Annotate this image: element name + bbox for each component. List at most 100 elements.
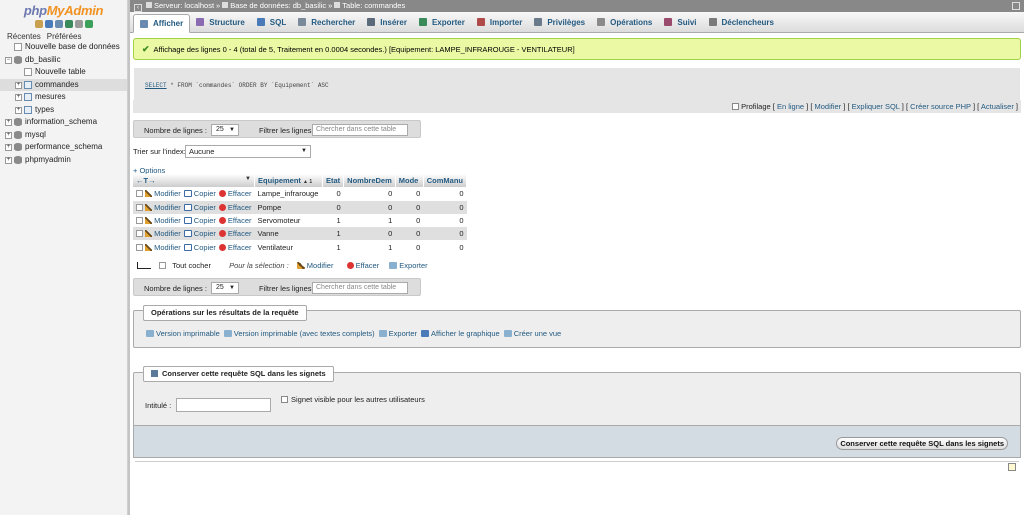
nav-tree-item[interactable]: + information_schema (0, 116, 127, 129)
nav-tree-item[interactable]: − db_basilic (0, 54, 127, 67)
nav-tree-label[interactable]: phpmyadmin (25, 154, 71, 167)
table-cell[interactable]: 0 (423, 227, 467, 241)
column-equipement[interactable]: Equipement ▲ 1 (254, 174, 323, 188)
rows-per-page-select[interactable]: 25 ▼ (211, 124, 239, 136)
table-cell[interactable]: 1 (322, 213, 344, 228)
reload-icon[interactable] (84, 20, 93, 28)
nav-tree-item[interactable]: + types (0, 104, 127, 117)
console-icon[interactable] (1008, 463, 1016, 471)
expand-icon[interactable]: + (5, 119, 12, 126)
bookmark-shared[interactable]: Signet visible pour les autres utilisate… (281, 395, 425, 404)
tab-inserer[interactable]: Insérer (361, 12, 413, 32)
logout-icon[interactable] (44, 20, 53, 28)
expand-icon[interactable]: + (15, 94, 22, 101)
column-etat[interactable]: Etat (322, 174, 345, 188)
row-copy-button[interactable]: Copier (181, 189, 216, 198)
row-checkbox[interactable] (136, 230, 143, 238)
docs-icon[interactable] (64, 20, 73, 28)
table-cell[interactable]: Lampe_infrarouge (254, 187, 323, 201)
tab-structure[interactable]: Structure (190, 12, 251, 32)
nav-tree-label[interactable]: commandes (35, 79, 79, 92)
row-copy-button[interactable]: Copier (181, 229, 216, 238)
row-checkbox[interactable] (136, 190, 143, 198)
expand-icon[interactable]: + (15, 106, 22, 114)
nav-tree-label[interactable]: information_schema (25, 116, 97, 129)
nav-tree-item[interactable]: + mysql (0, 129, 127, 142)
expand-icon[interactable]: + (5, 144, 12, 151)
print-view-link[interactable]: Version imprimable (146, 329, 220, 338)
row-edit-button[interactable]: Modifier (145, 216, 181, 225)
nav-tree-label[interactable]: types (35, 104, 54, 117)
expand-icon[interactable]: + (5, 131, 12, 139)
row-checkbox[interactable] (136, 203, 143, 211)
tab-suivi[interactable]: Suivi (658, 12, 702, 32)
profiling-link[interactable]: Actualiser (981, 102, 1014, 111)
nav-arrows-header[interactable]: ←T→ ▼ (133, 174, 255, 188)
tab-afficher[interactable]: Afficher (133, 14, 191, 33)
tab-favorites[interactable]: Préférées (47, 32, 82, 41)
row-delete-button[interactable]: Effacer (216, 216, 252, 225)
table-cell[interactable]: 0 (343, 187, 396, 201)
table-cell[interactable]: 0 (423, 200, 467, 214)
breadcrumb-server[interactable]: Serveur: localhost (154, 1, 214, 10)
table-cell[interactable]: 0 (343, 227, 396, 241)
collapse-icon[interactable]: − (5, 56, 12, 64)
filter-rows-input[interactable]: Chercher dans cette table (312, 124, 408, 136)
table-cell[interactable]: 1 (343, 213, 396, 228)
tab-declencheurs[interactable]: Déclencheurs (703, 12, 780, 32)
table-cell[interactable]: Servomoteur (254, 213, 323, 228)
row-delete-button[interactable]: Effacer (216, 243, 252, 252)
collapse-nav-icon[interactable]: ‹ (134, 4, 142, 12)
tab-rechercher[interactable]: Rechercher (292, 12, 361, 32)
menu-toggle-icon[interactable] (1012, 2, 1020, 10)
export-link[interactable]: Exporter (378, 329, 417, 338)
profiling-checkbox[interactable] (732, 103, 740, 110)
bulk-edit-button[interactable]: Modifier (296, 261, 333, 270)
profiling-link[interactable]: Créer source PHP (910, 102, 971, 111)
row-edit-button[interactable]: Modifier (145, 203, 181, 212)
profiling-link[interactable]: En ligne (777, 102, 804, 111)
nav-tree-item[interactable]: + performance_schema (0, 141, 127, 154)
check-all-checkbox[interactable] (159, 262, 167, 269)
nav-tree-label[interactable]: performance_schema (25, 141, 102, 154)
nav-tree-item[interactable]: Nouvelle base de données (0, 41, 127, 54)
column-menu-icon[interactable]: ▼ (245, 176, 251, 182)
home-icon[interactable] (34, 20, 43, 28)
column-commanu[interactable]: ComManu (423, 174, 468, 188)
table-cell[interactable]: Vanne (254, 227, 323, 241)
nav-tree-item[interactable]: Nouvelle table (0, 66, 127, 79)
bookmark-label-input[interactable] (176, 398, 271, 412)
tab-sql[interactable]: SQL (251, 12, 292, 32)
column-nombredem[interactable]: NombreDem (343, 174, 396, 188)
table-cell[interactable]: 0 (395, 240, 424, 254)
tab-operations[interactable]: Opérations (591, 12, 658, 32)
table-cell[interactable]: 0 (395, 187, 424, 201)
table-cell[interactable]: 1 (322, 227, 344, 241)
save-bookmark-button[interactable]: Conserver cette requête SQL dans les sig… (836, 437, 1008, 450)
row-delete-button[interactable]: Effacer (216, 229, 252, 238)
nav-tree-label[interactable]: mysql (25, 129, 46, 142)
create-view-link[interactable]: Créer une vue (503, 329, 561, 338)
row-delete-button[interactable]: Effacer (216, 203, 252, 212)
row-edit-button[interactable]: Modifier (145, 189, 181, 198)
nav-tree-item[interactable]: + phpmyadmin (0, 154, 127, 167)
row-edit-button[interactable]: Modifier (145, 229, 181, 238)
table-cell[interactable]: 0 (322, 200, 344, 214)
phpmyadmin-logo[interactable]: phpMyAdmin (0, 3, 127, 18)
breadcrumb-database[interactable]: Base de données: db_basilic (230, 1, 326, 10)
bulk-export-button[interactable]: Exporter (389, 261, 428, 270)
nav-tree-label[interactable]: Nouvelle table (35, 66, 86, 79)
sort-index-select[interactable]: Aucune ▼ (185, 145, 311, 158)
profiling-link[interactable]: Modifier (815, 102, 842, 111)
nav-tree-label[interactable]: Nouvelle base de données (25, 41, 120, 54)
nav-tree-label[interactable]: mesures (35, 91, 66, 104)
table-cell[interactable]: 0 (395, 227, 424, 241)
bulk-delete-button[interactable]: Effacer (344, 261, 379, 270)
table-cell[interactable]: 0 (423, 187, 467, 201)
nav-tree-item[interactable]: + mesures (0, 91, 127, 104)
table-cell[interactable]: 1 (343, 240, 396, 254)
table-cell[interactable]: 0 (343, 200, 396, 214)
tab-importer[interactable]: Importer (471, 12, 528, 32)
expand-icon[interactable]: + (5, 156, 12, 164)
table-cell[interactable]: 0 (322, 187, 344, 201)
